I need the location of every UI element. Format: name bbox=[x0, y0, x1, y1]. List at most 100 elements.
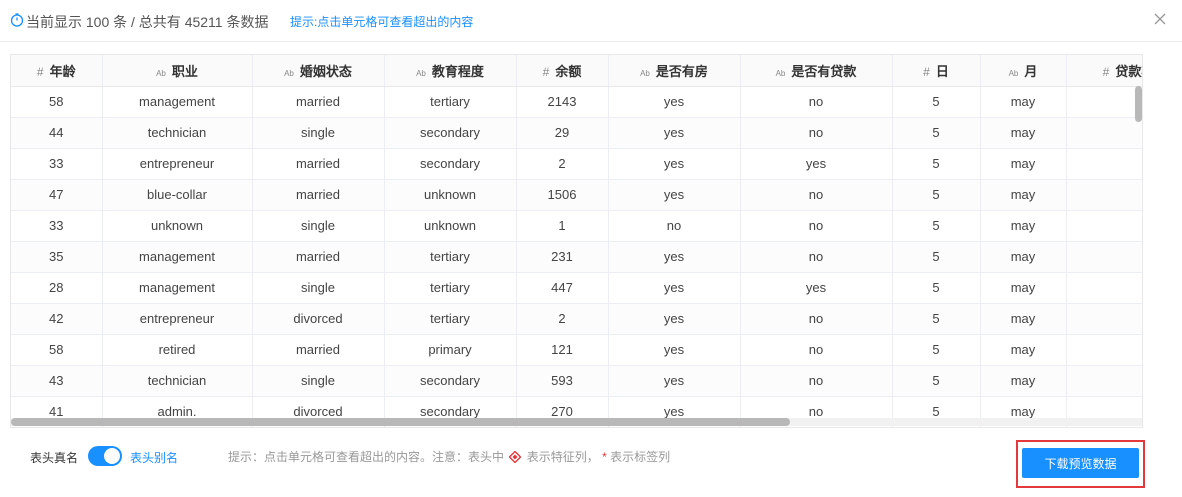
table-cell[interactable]: 42 bbox=[11, 303, 103, 335]
table-cell[interactable]: 2143 bbox=[516, 86, 609, 118]
table-cell[interactable]: 593 bbox=[516, 365, 609, 397]
table-cell[interactable]: management bbox=[102, 241, 253, 273]
table-cell[interactable]: 5 bbox=[892, 334, 981, 366]
table-cell[interactable]: tertiary bbox=[384, 86, 517, 118]
table-cell[interactable]: tertiary bbox=[384, 303, 517, 335]
table-cell[interactable]: no bbox=[740, 179, 893, 211]
table-cell[interactable]: may bbox=[980, 365, 1067, 397]
table-cell[interactable]: tertiary bbox=[384, 241, 517, 273]
table-cell[interactable]: no bbox=[608, 210, 741, 242]
table-cell[interactable]: 33 bbox=[11, 148, 103, 180]
table-cell[interactable]: 198 bbox=[1066, 210, 1142, 242]
table-cell[interactable]: 5 bbox=[892, 272, 981, 304]
table-cell[interactable]: 43 bbox=[11, 365, 103, 397]
table-cell[interactable]: 5 bbox=[892, 86, 981, 118]
table-cell[interactable]: 5 bbox=[892, 241, 981, 273]
table-cell[interactable]: yes bbox=[740, 272, 893, 304]
table-cell[interactable]: single bbox=[252, 210, 385, 242]
table-cell[interactable]: married bbox=[252, 334, 385, 366]
table-cell[interactable]: may bbox=[980, 241, 1067, 273]
table-cell[interactable]: no bbox=[740, 241, 893, 273]
table-cell[interactable]: management bbox=[102, 272, 253, 304]
preview-table-container[interactable]: # 年龄 Ab 职业 Ab 婚姻状态 Ab 教育程度 # 余额 Ab 是否有房 Ab 是否有贷款 # 日 Ab 月… bbox=[10, 54, 1143, 428]
table-cell[interactable]: entrepreneur bbox=[102, 148, 253, 180]
table-cell[interactable]: 76 bbox=[1066, 148, 1142, 180]
table-cell[interactable]: 1506 bbox=[516, 179, 609, 211]
table-cell[interactable]: yes bbox=[608, 241, 741, 273]
table-cell[interactable]: may bbox=[980, 179, 1067, 211]
column-header[interactable]: Ab 职业 bbox=[102, 55, 253, 87]
table-cell[interactable]: may bbox=[980, 334, 1067, 366]
column-header[interactable]: Ab 是否有房 bbox=[608, 55, 741, 87]
column-header[interactable]: Ab 婚姻状态 bbox=[252, 55, 385, 87]
table-cell[interactable]: may bbox=[980, 303, 1067, 335]
table-cell[interactable]: 92 bbox=[1066, 179, 1142, 211]
table-cell[interactable]: married bbox=[252, 86, 385, 118]
table-cell[interactable]: primary bbox=[384, 334, 517, 366]
header-name-toggle[interactable] bbox=[88, 446, 122, 466]
download-preview-button[interactable]: 下载预览数据 bbox=[1022, 448, 1139, 478]
column-header[interactable]: # 余额 bbox=[516, 55, 609, 87]
table-cell[interactable]: tertiary bbox=[384, 272, 517, 304]
table-cell[interactable]: 5 bbox=[892, 179, 981, 211]
column-header[interactable]: Ab 月 bbox=[980, 55, 1067, 87]
close-icon[interactable] bbox=[1152, 11, 1168, 27]
table-cell[interactable]: may bbox=[980, 272, 1067, 304]
table-cell[interactable]: management bbox=[102, 86, 253, 118]
table-cell[interactable]: 121 bbox=[516, 334, 609, 366]
table-cell[interactable]: no bbox=[740, 365, 893, 397]
table-cell[interactable]: no bbox=[740, 86, 893, 118]
table-cell[interactable]: secondary bbox=[384, 365, 517, 397]
table-cell[interactable]: 5 bbox=[892, 303, 981, 335]
table-cell[interactable]: unknown bbox=[102, 210, 253, 242]
table-cell[interactable]: 139 bbox=[1066, 241, 1142, 273]
table-cell[interactable]: 33 bbox=[11, 210, 103, 242]
table-cell[interactable]: single bbox=[252, 365, 385, 397]
table-cell[interactable]: 29 bbox=[516, 117, 609, 149]
table-cell[interactable]: 47 bbox=[11, 179, 103, 211]
table-cell[interactable]: 5 bbox=[892, 117, 981, 149]
column-header[interactable]: Ab 是否有贷款 bbox=[740, 55, 893, 87]
table-cell[interactable]: 44 bbox=[11, 117, 103, 149]
table-cell[interactable]: 151 bbox=[1066, 117, 1142, 149]
table-cell[interactable]: no bbox=[740, 303, 893, 335]
table-cell[interactable]: yes bbox=[740, 148, 893, 180]
column-header[interactable]: # 日 bbox=[892, 55, 981, 87]
table-cell[interactable]: 2 bbox=[516, 303, 609, 335]
table-cell[interactable]: technician bbox=[102, 117, 253, 149]
table-cell[interactable]: 447 bbox=[516, 272, 609, 304]
table-cell[interactable]: 380 bbox=[1066, 303, 1142, 335]
table-cell[interactable]: divorced bbox=[252, 303, 385, 335]
table-cell[interactable]: unknown bbox=[384, 210, 517, 242]
table-cell[interactable]: 217 bbox=[1066, 272, 1142, 304]
table-cell[interactable]: unknown bbox=[384, 179, 517, 211]
table-cell[interactable]: may bbox=[980, 117, 1067, 149]
table-cell[interactable]: single bbox=[252, 272, 385, 304]
table-cell[interactable]: 58 bbox=[11, 86, 103, 118]
column-header[interactable]: Ab 教育程度 bbox=[384, 55, 517, 87]
table-cell[interactable]: yes bbox=[608, 179, 741, 211]
table-cell[interactable]: 28 bbox=[11, 272, 103, 304]
table-cell[interactable]: married bbox=[252, 148, 385, 180]
table-cell[interactable]: yes bbox=[608, 334, 741, 366]
table-cell[interactable]: single bbox=[252, 117, 385, 149]
table-cell[interactable]: 1 bbox=[516, 210, 609, 242]
table-cell[interactable]: no bbox=[740, 117, 893, 149]
horizontal-scrollbar-thumb[interactable] bbox=[11, 418, 790, 426]
table-cell[interactable]: 55 bbox=[1066, 365, 1142, 397]
table-cell[interactable]: 35 bbox=[11, 241, 103, 273]
table-cell[interactable]: yes bbox=[608, 148, 741, 180]
table-cell[interactable]: yes bbox=[608, 272, 741, 304]
table-cell[interactable]: secondary bbox=[384, 148, 517, 180]
table-cell[interactable]: 58 bbox=[11, 334, 103, 366]
table-cell[interactable]: yes bbox=[608, 86, 741, 118]
table-cell[interactable]: technician bbox=[102, 365, 253, 397]
table-cell[interactable]: may bbox=[980, 148, 1067, 180]
table-cell[interactable]: secondary bbox=[384, 117, 517, 149]
column-header[interactable]: # 年龄 bbox=[11, 55, 103, 87]
table-cell[interactable]: 50 bbox=[1066, 334, 1142, 366]
table-cell[interactable]: retired bbox=[102, 334, 253, 366]
table-cell[interactable]: 5 bbox=[892, 365, 981, 397]
table-cell[interactable]: blue-collar bbox=[102, 179, 253, 211]
table-cell[interactable]: married bbox=[252, 241, 385, 273]
